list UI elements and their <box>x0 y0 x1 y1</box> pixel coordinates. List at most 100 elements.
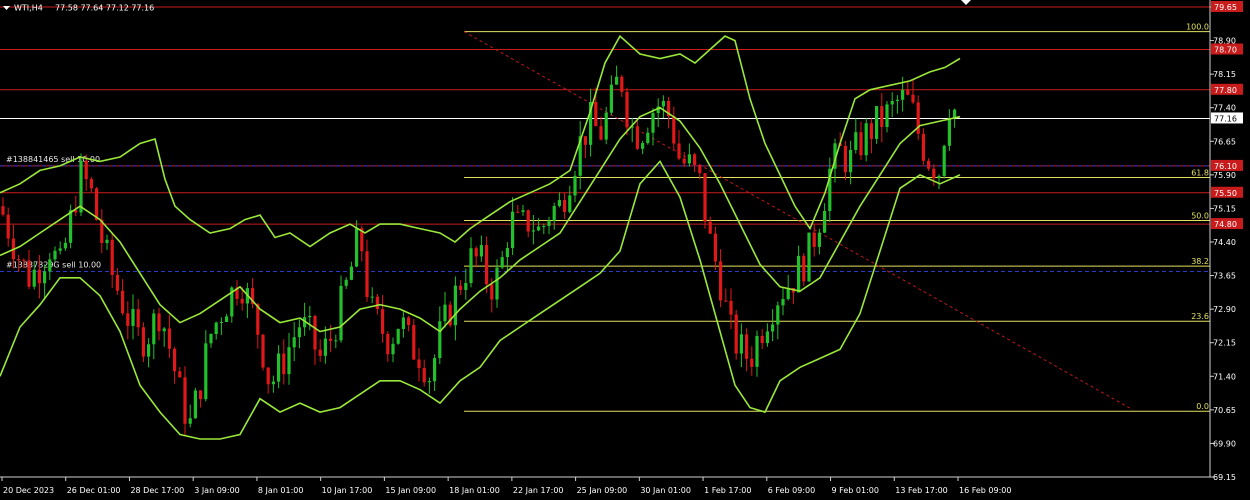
x-tick-label: 15 Jan 09:00 <box>385 486 436 495</box>
y-tick-label: 74.40 <box>1213 238 1236 247</box>
candle <box>745 328 749 372</box>
candle <box>173 346 177 384</box>
candle <box>433 354 437 392</box>
candle <box>74 195 78 217</box>
bollinger-bands-layer <box>0 34 961 440</box>
price-level-box-label: 77.80 <box>1214 86 1237 95</box>
x-tick-label: 25 Jan 09:00 <box>577 486 628 495</box>
chart-shift-marker-icon[interactable] <box>961 0 971 5</box>
candle <box>505 242 509 272</box>
candle <box>365 239 369 302</box>
candle <box>214 321 218 340</box>
candle <box>199 390 203 408</box>
candle <box>724 288 728 303</box>
candle <box>318 339 322 362</box>
candle <box>157 307 161 341</box>
price-level-box-label: 75.50 <box>1214 189 1237 198</box>
candle <box>880 93 884 143</box>
candle <box>136 299 140 336</box>
candle <box>661 95 665 119</box>
candle <box>261 333 265 371</box>
candle <box>349 261 353 281</box>
candle <box>885 101 889 133</box>
candle <box>890 92 894 118</box>
x-tick-label: 26 Dec 01:00 <box>67 486 121 495</box>
candle <box>287 333 291 385</box>
candle <box>323 326 327 364</box>
y-tick-label: 73.65 <box>1213 272 1236 281</box>
candle <box>303 302 307 336</box>
candle <box>672 106 676 151</box>
candle <box>542 223 546 235</box>
candle <box>599 116 603 141</box>
candle <box>370 287 374 304</box>
candle <box>297 319 301 349</box>
candle <box>131 294 135 340</box>
candle <box>386 331 390 362</box>
price-chart[interactable]: 100.0 61.8 50.0 38.2 23.6 0.0 #138841465 sell… <box>0 0 1250 500</box>
x-tick-label: 8 Jan 01:00 <box>258 486 304 495</box>
y-tick-label: 76.65 <box>1213 137 1236 146</box>
candle <box>438 306 442 365</box>
candle <box>843 140 847 181</box>
candle <box>947 109 951 151</box>
y-tick-label: 70.65 <box>1213 406 1236 415</box>
candle <box>817 228 821 255</box>
candle <box>760 328 764 350</box>
candle <box>209 333 213 348</box>
x-tick-label: 6 Feb 09:00 <box>768 486 815 495</box>
candle <box>828 157 832 222</box>
candle <box>734 309 738 360</box>
candle <box>339 275 343 343</box>
upper-band-line <box>0 34 961 248</box>
candle <box>141 322 145 363</box>
candle <box>121 279 125 316</box>
candle <box>563 192 567 220</box>
candle <box>396 328 400 345</box>
candle <box>459 280 463 295</box>
candle <box>625 87 629 136</box>
candle <box>334 334 338 349</box>
x-tick-label: 10 Jan 17:00 <box>322 486 373 495</box>
candle <box>651 108 655 146</box>
candle <box>417 348 421 382</box>
candle <box>110 232 114 289</box>
candle <box>292 322 296 362</box>
candle <box>719 249 723 308</box>
candle <box>630 118 634 143</box>
candle <box>193 387 197 419</box>
candle <box>615 65 619 85</box>
candle <box>693 152 697 173</box>
fib-level-label: 61.8 <box>1191 169 1209 178</box>
candle <box>344 277 348 289</box>
y-tick-label: 75.15 <box>1213 204 1236 213</box>
candle <box>781 287 785 316</box>
candle <box>474 246 478 268</box>
dropdown-triangle-icon[interactable] <box>3 6 10 10</box>
candle <box>251 278 255 309</box>
candle <box>937 174 941 189</box>
candle <box>823 203 827 234</box>
x-tick-label: 20 Dec 2023 <box>3 486 54 495</box>
fib-level-label: 0.0 <box>1196 402 1209 411</box>
candle <box>271 375 275 393</box>
candle <box>464 268 468 300</box>
chart-header[interactable]: WTI,H4 77.58 77.64 77.12 77.16 <box>3 4 154 13</box>
candle <box>313 314 317 365</box>
candle <box>677 129 681 161</box>
candle <box>511 197 515 256</box>
y-tick-label: 72.15 <box>1213 339 1236 348</box>
candle <box>407 315 411 332</box>
candle <box>178 367 182 378</box>
candle <box>869 118 873 154</box>
candle <box>812 223 816 257</box>
candle <box>235 280 239 306</box>
candle <box>620 74 624 97</box>
candle <box>864 117 868 162</box>
candle <box>708 216 712 235</box>
candle <box>479 235 483 262</box>
y-tick-label: 78.15 <box>1213 70 1236 79</box>
candle <box>105 234 109 250</box>
candle <box>911 79 915 105</box>
candle <box>115 268 119 295</box>
